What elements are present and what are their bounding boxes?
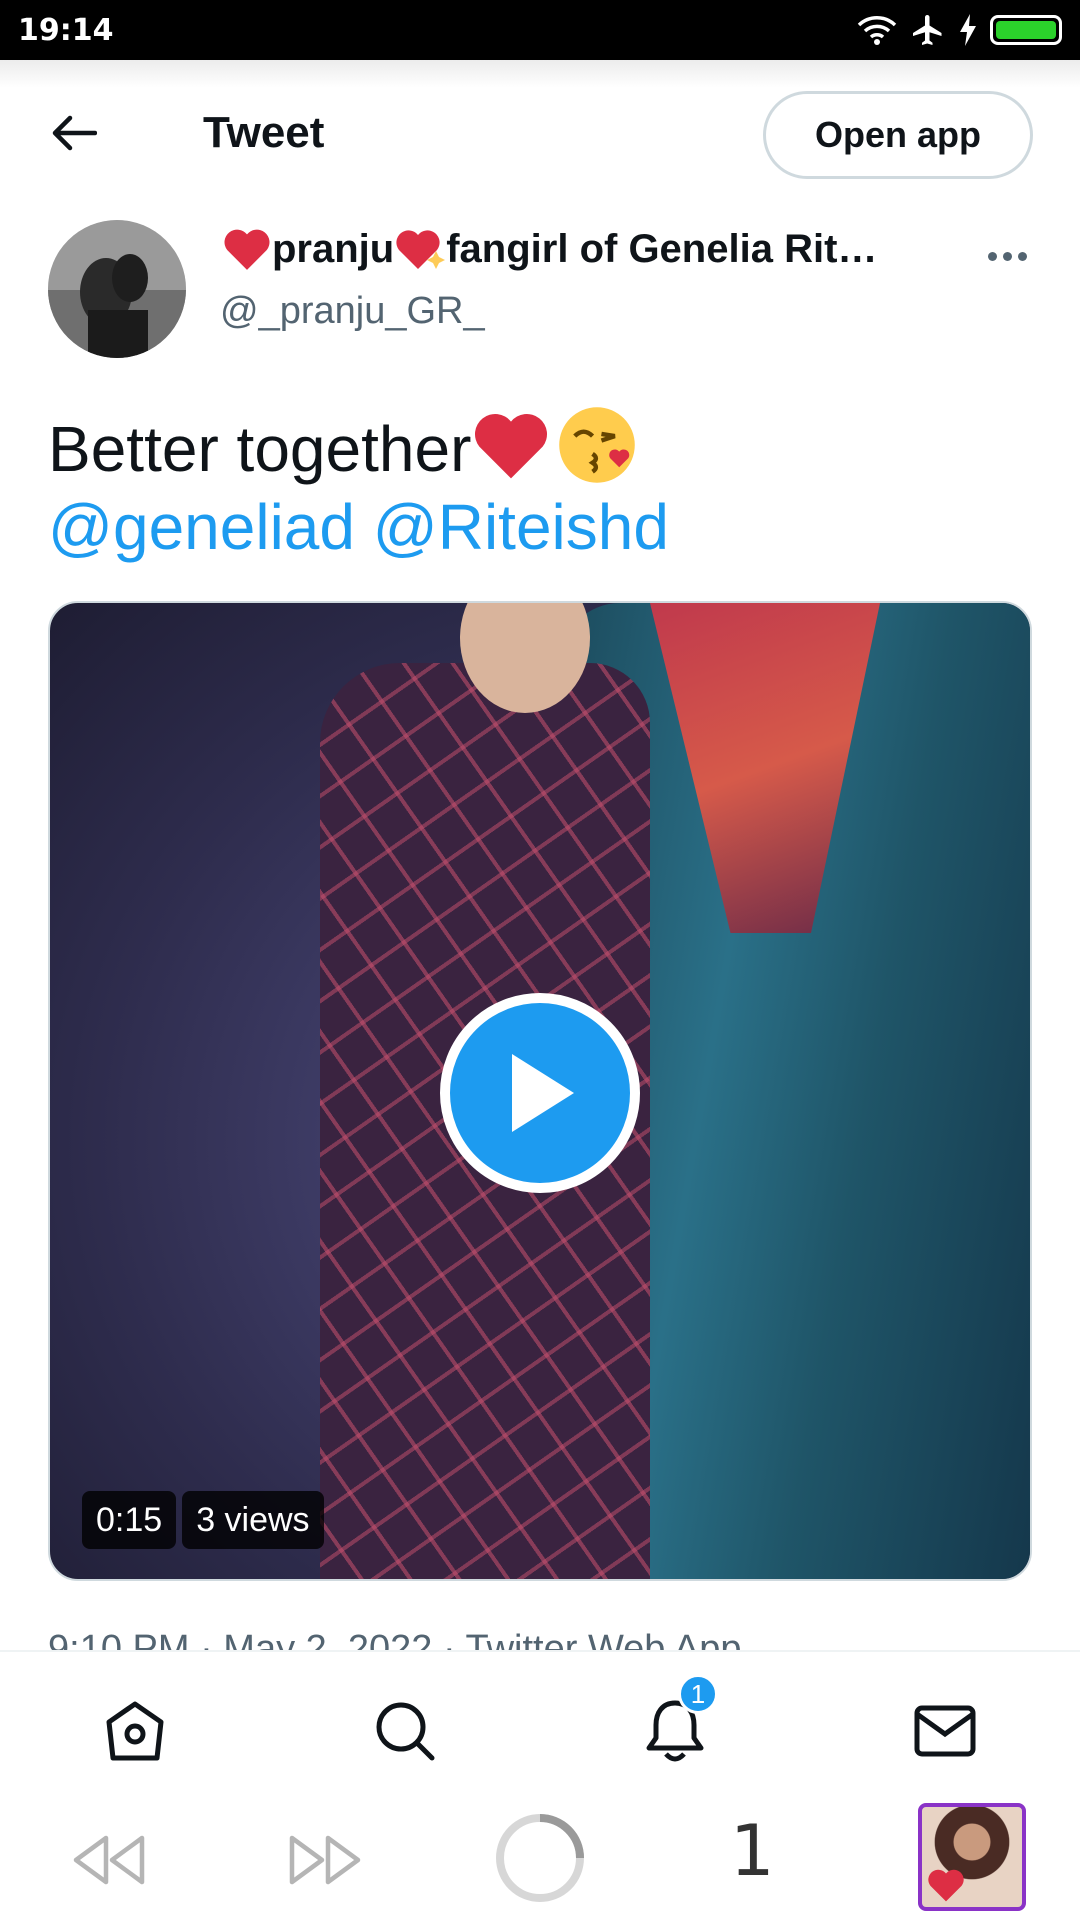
play-icon: [512, 1054, 574, 1132]
search-icon: [376, 1702, 435, 1761]
red-heart-emoji-icon: [475, 413, 548, 479]
nav-messages[interactable]: [910, 1696, 980, 1766]
face-blowing-kiss-emoji-icon: [559, 407, 636, 483]
rewind-icon: [73, 1835, 145, 1885]
page-title: Tweet: [203, 108, 325, 157]
browser-tab-count[interactable]: 1: [730, 1810, 775, 1892]
home-icon: [106, 1701, 164, 1761]
display-name-part-2: fangirl of Genelia Rit…: [446, 226, 878, 271]
status-bar: 19:14: [0, 0, 1080, 60]
tweet-mentions: @geneliad @Riteishd: [48, 487, 669, 567]
play-button[interactable]: [440, 993, 640, 1193]
more-dots-icon: [987, 251, 997, 261]
more-options-button[interactable]: [982, 232, 1032, 280]
loading-spinner-icon: [496, 1814, 584, 1902]
sparkling-heart-emoji-icon: [396, 230, 446, 269]
author-handle[interactable]: @_pranju_GR_: [220, 290, 485, 333]
nav-notifications[interactable]: 1: [640, 1674, 718, 1766]
author-display-name[interactable]: pranju fangirl of Genelia Rit…: [222, 226, 912, 272]
mention-link[interactable]: @geneliad: [48, 491, 355, 563]
status-time: 19:14: [18, 13, 114, 48]
profile-heart-icon: [928, 1869, 964, 1902]
nav-home[interactable]: [100, 1696, 170, 1766]
video-player[interactable]: 0:15 3 views: [48, 601, 1032, 1581]
heart-emoji-icon: [224, 229, 270, 270]
charging-icon: [960, 14, 976, 46]
video-info: 0:15 3 views: [82, 1491, 324, 1549]
fast-forward-icon: [289, 1835, 361, 1885]
nav-search[interactable]: [370, 1696, 440, 1766]
browser-back-button[interactable]: [68, 1830, 148, 1890]
notification-badge: 1: [678, 1674, 718, 1714]
video-duration: 0:15: [82, 1491, 177, 1549]
video-view-count: 3 views: [182, 1491, 324, 1549]
wifi-icon: [857, 16, 897, 45]
mention-link[interactable]: @Riteishd: [373, 491, 669, 563]
browser-forward-button[interactable]: [286, 1830, 366, 1890]
mail-icon: [914, 1705, 976, 1757]
airplane-icon: [913, 15, 942, 45]
display-name-part-1: pranju: [272, 226, 395, 271]
open-app-button[interactable]: Open app: [763, 91, 1033, 179]
browser-profile-thumbnail[interactable]: [918, 1803, 1026, 1911]
arrow-left-icon: [52, 115, 97, 151]
browser-reload-button[interactable]: [494, 1812, 586, 1904]
back-button[interactable]: [44, 108, 104, 158]
tweet-text: Better together: [48, 405, 637, 489]
status-icons: [856, 12, 1062, 48]
bottom-navigation: 1: [0, 1650, 1080, 1800]
header-shadow: [0, 60, 1080, 88]
tweet-body: Better together: [48, 413, 472, 485]
author-avatar[interactable]: [48, 220, 186, 358]
battery-icon: [990, 15, 1062, 45]
